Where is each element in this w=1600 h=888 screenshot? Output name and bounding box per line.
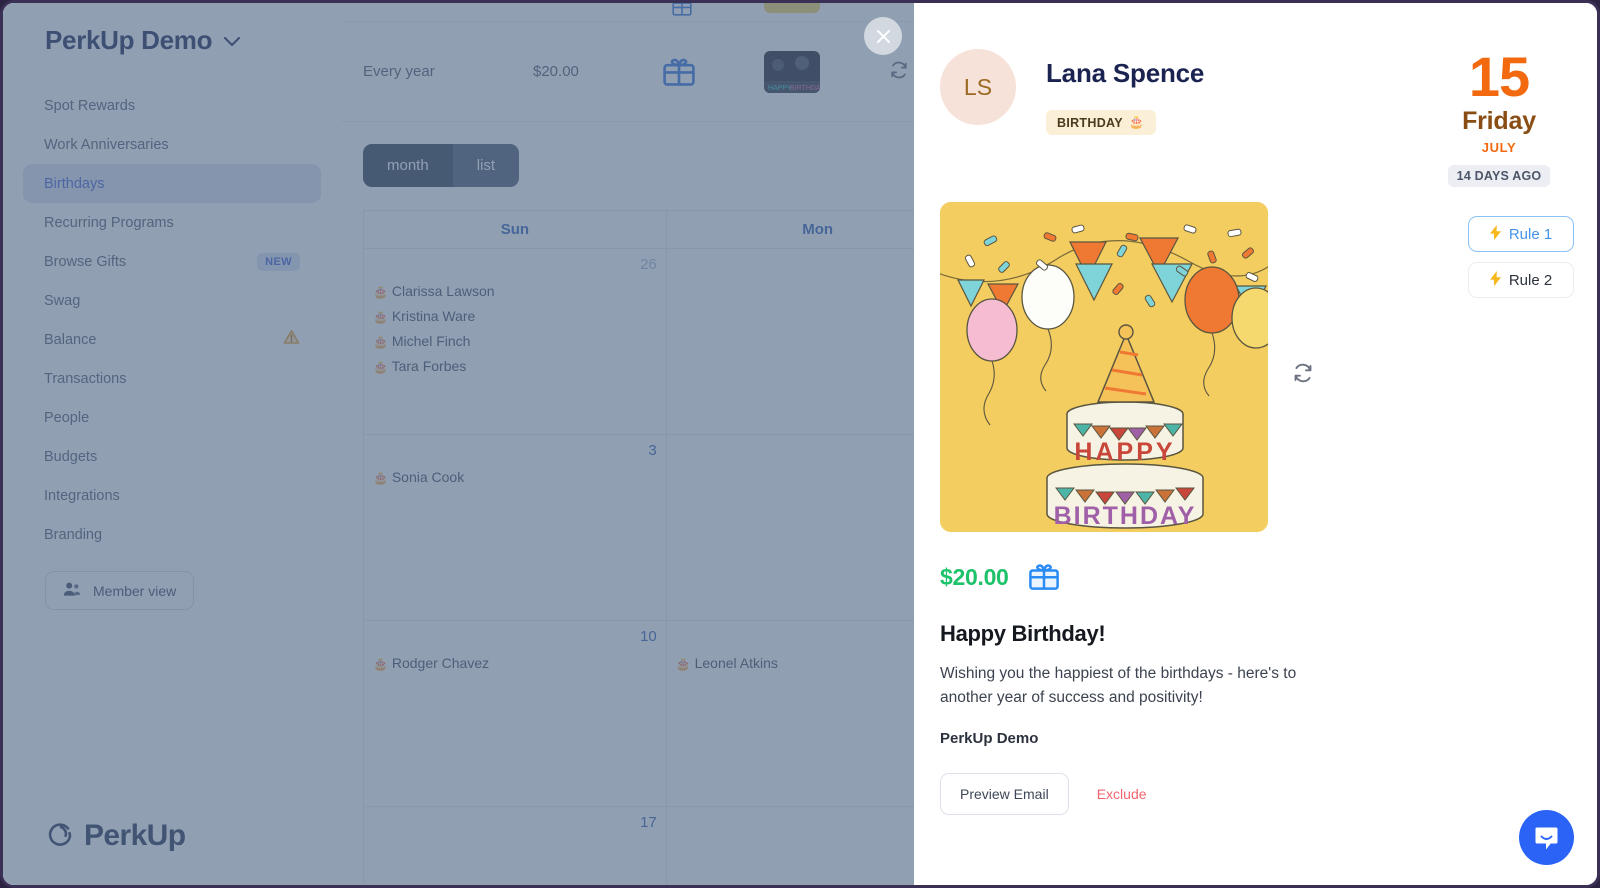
bolt-icon bbox=[1489, 271, 1501, 289]
date-weekday: Friday bbox=[1462, 106, 1536, 135]
message-signature: PerkUp Demo bbox=[940, 729, 1039, 747]
exclude-button[interactable]: Exclude bbox=[1097, 786, 1147, 802]
gift-icon bbox=[1027, 558, 1061, 597]
drawer-person-info: Lana Spence BIRTHDAY 🎂 bbox=[1046, 49, 1426, 187]
preview-email-button[interactable]: Preview Email bbox=[940, 772, 1069, 815]
avatar-initials: LS bbox=[963, 73, 993, 100]
date-day-number: 15 bbox=[1468, 45, 1530, 108]
status-badge: BIRTHDAY 🎂 bbox=[1046, 110, 1156, 135]
gift-details: $20.00 Happy Birthday! Wishing you the h… bbox=[914, 558, 1597, 815]
drawer-header: LS Lana Spence BIRTHDAY 🎂 15 Friday JULY… bbox=[914, 49, 1597, 187]
message-title: Happy Birthday! bbox=[940, 620, 1106, 646]
rule-1-button[interactable]: Rule 1 bbox=[1468, 216, 1574, 252]
svg-text:HAPPY: HAPPY bbox=[1074, 438, 1175, 466]
gift-amount: $20.00 bbox=[940, 563, 1009, 590]
refresh-icon[interactable] bbox=[1292, 362, 1314, 389]
event-date: 15 Friday JULY 14 DAYS AGO bbox=[1426, 49, 1572, 187]
rule-label: Rule 2 bbox=[1508, 271, 1553, 289]
happy-birthday-card-image[interactable]: HAPPY BIRTHDAY bbox=[940, 201, 1268, 532]
gift-card-column: HAPPY BIRTHDAY bbox=[940, 201, 1270, 532]
badge-label: BIRTHDAY bbox=[1057, 115, 1123, 130]
close-icon[interactable] bbox=[864, 17, 902, 55]
person-detail-drawer: LS Lana Spence BIRTHDAY 🎂 15 Friday JULY… bbox=[914, 3, 1597, 885]
avatar: LS bbox=[940, 49, 1016, 125]
rule-2-button[interactable]: Rule 2 bbox=[1468, 262, 1574, 298]
app-window: PerkUp Demo Spot Rewards Work Anniversar… bbox=[0, 0, 1600, 888]
drawer-actions: Preview Email Exclude bbox=[940, 772, 1597, 815]
date-month: JULY bbox=[1481, 139, 1517, 155]
rule-label: Rule 1 bbox=[1508, 225, 1553, 243]
page-title: Lana Spence bbox=[1046, 58, 1205, 88]
price-row: $20.00 bbox=[940, 558, 1597, 597]
chat-bubble-icon[interactable] bbox=[1519, 810, 1574, 865]
svg-text:BIRTHDAY: BIRTHDAY bbox=[1054, 502, 1197, 530]
card-swap-column bbox=[1270, 202, 1314, 532]
message-body: Wishing you the happiest of the birthday… bbox=[940, 664, 1297, 706]
rules-list: Rule 1 Rule 2 bbox=[1468, 216, 1574, 308]
date-relative: 14 DAYS AGO bbox=[1447, 164, 1551, 187]
birthday-cake-icon: 🎂 bbox=[1128, 115, 1145, 129]
bolt-icon bbox=[1489, 225, 1501, 243]
